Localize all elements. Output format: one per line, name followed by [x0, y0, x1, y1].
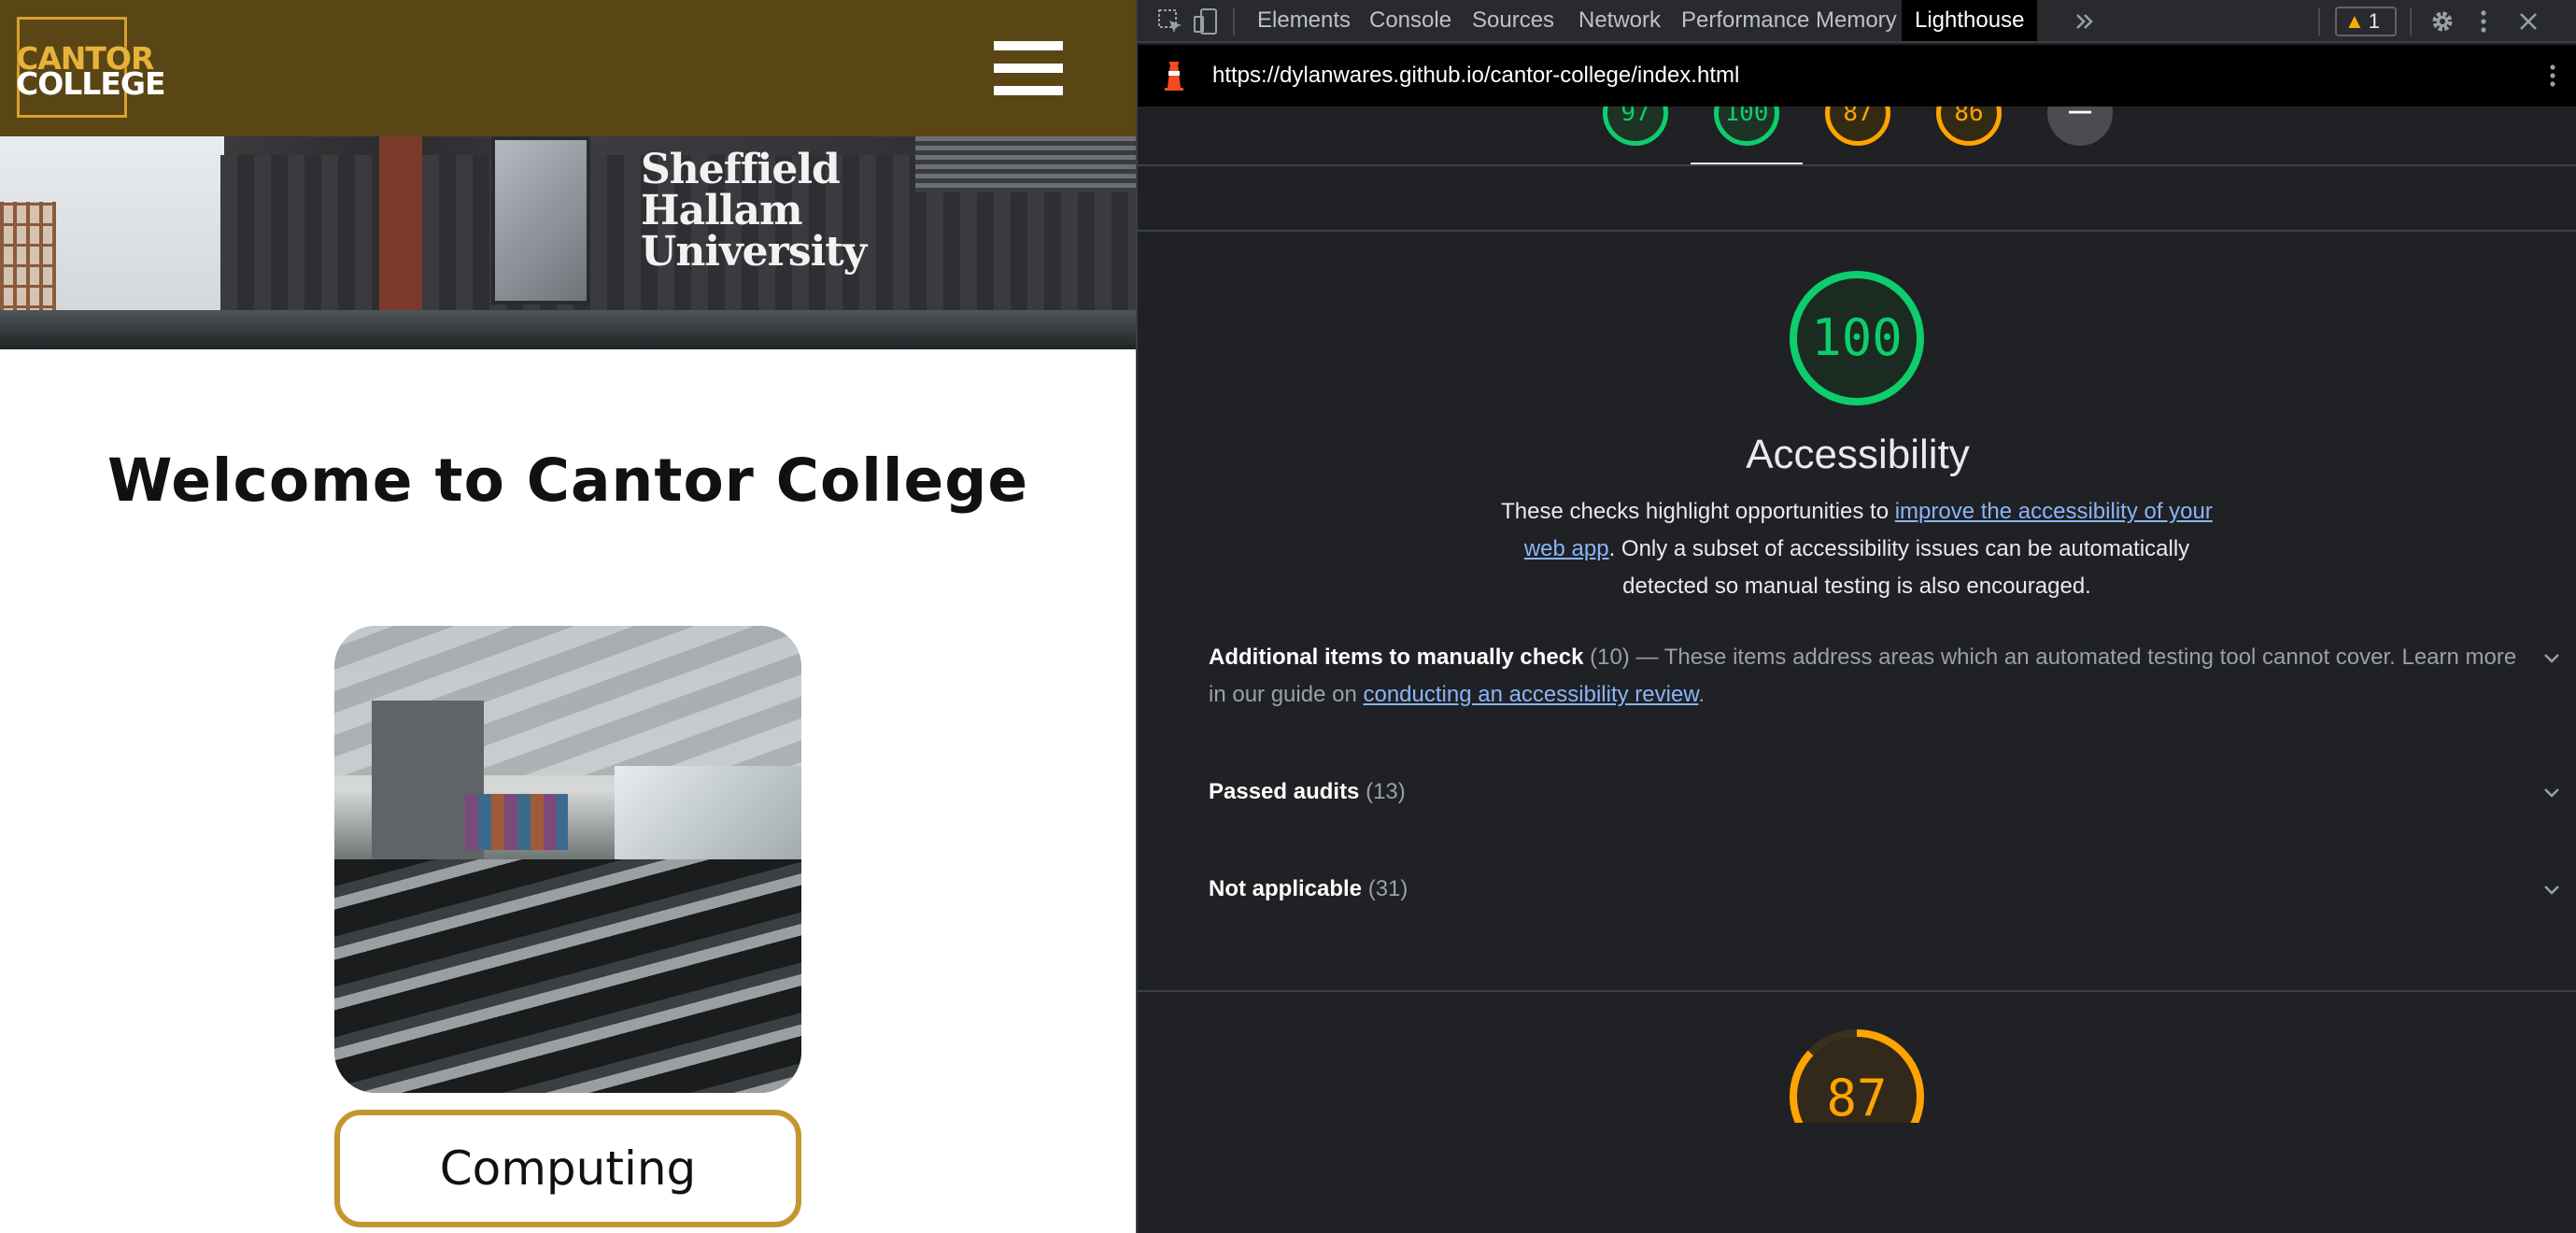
accessibility-score-gauge: 100 — [1790, 271, 1924, 405]
hero-street — [0, 310, 1136, 349]
desc-text-end: . Only a subset of accessibility issues … — [1608, 536, 2190, 599]
devtools-panel: Elements Console Sources Network Perform… — [1136, 0, 2576, 1233]
sign-line-1: Sheffield — [641, 146, 841, 193]
warning-count: 1 — [2368, 9, 2381, 33]
tab-lighthouse[interactable]: Lighthouse — [1902, 0, 2038, 41]
accessibility-review-link[interactable]: conducting an accessibility review — [1363, 682, 1698, 707]
device-toggle-icon[interactable] — [1192, 7, 1220, 35]
group-manual-checks[interactable]: Additional items to manually check (10) … — [1209, 639, 2559, 714]
hamburger-bar — [994, 86, 1063, 95]
logo-line-2: COLLEGE — [16, 65, 166, 102]
kebab-menu-icon[interactable] — [2539, 62, 2567, 90]
section-divider — [1138, 990, 2576, 992]
toolbar-separator — [2410, 7, 2412, 35]
sign-line-3: University — [641, 228, 867, 276]
best-practices-score-gauge: 87 — [1790, 1029, 1924, 1123]
tab-sources[interactable]: Sources — [1459, 0, 1567, 41]
active-category-underline — [1691, 163, 1803, 164]
warning-count-badge[interactable]: ▲ 1 — [2335, 7, 2397, 36]
tab-elements[interactable]: Elements — [1244, 0, 1364, 41]
group-count: (10) — [1590, 645, 1630, 670]
group-title: Additional items to manually check — [1209, 645, 1584, 670]
site-header: CANTOR COLLEGE — [0, 0, 1136, 136]
welcome-heading: Welcome to Cantor College — [106, 446, 1029, 515]
hamburger-bar — [994, 64, 1063, 73]
category-score-strip: 97 100 87 86 – — [1138, 106, 2576, 166]
sign-line-2: Hallam — [641, 187, 803, 234]
screen: CANTOR COLLEGE Sheffield Hallam Universi… — [0, 0, 2576, 1233]
hamburger-menu-icon[interactable] — [994, 41, 1063, 95]
warning-icon: ▲ — [2344, 9, 2365, 33]
tab-console[interactable]: Console — [1356, 0, 1465, 41]
score-gauge-pwa[interactable]: – — [2047, 106, 2113, 146]
toolbar-separator — [2318, 7, 2320, 35]
lighthouse-url-bar: https://dylanwares.github.io/cantor-coll… — [1138, 45, 2576, 106]
group-description-end: . — [1698, 682, 1705, 707]
desc-text-start: These checks highlight opportunities to — [1501, 499, 1895, 524]
lab-posters — [465, 794, 568, 850]
category-description: These checks highlight opportunities to … — [1493, 493, 2221, 605]
audited-url: https://dylanwares.github.io/cantor-coll… — [1212, 63, 1740, 88]
group-title: Passed audits — [1209, 779, 1360, 804]
toolbar-separator — [1233, 7, 1235, 35]
hero-building-sign: Sheffield Hallam University — [641, 149, 893, 273]
chevron-down-icon[interactable] — [2541, 781, 2563, 803]
next-category-gauge-area: 87 — [1138, 1028, 2576, 1123]
more-tabs-icon[interactable] — [2072, 7, 2100, 35]
group-count: (31) — [1367, 876, 1408, 901]
hero-image-building: Sheffield Hallam University — [0, 136, 1136, 349]
hamburger-bar — [994, 41, 1063, 50]
section-divider — [1138, 230, 2576, 232]
lighthouse-icon — [1165, 62, 1183, 91]
tab-memory[interactable]: Memory — [1803, 0, 1910, 41]
group-title: Not applicable — [1209, 876, 1363, 901]
category-title: Accessibility — [1746, 432, 1970, 477]
score-gauge-accessibility[interactable]: 100 — [1714, 106, 1779, 146]
computer-lab-image[interactable] — [334, 626, 801, 1093]
hero-vent — [915, 136, 1136, 192]
cantor-college-logo[interactable]: CANTOR COLLEGE — [16, 17, 166, 118]
score-gauge-seo[interactable]: 86 — [1936, 106, 2002, 146]
inspect-icon[interactable] — [1156, 7, 1184, 35]
tab-performance[interactable]: Performance — [1668, 0, 1822, 41]
next-score-value: 87 — [1826, 1069, 1887, 1123]
group-count: (13) — [1366, 779, 1406, 804]
settings-gear-icon[interactable] — [2428, 7, 2456, 35]
chevron-down-icon[interactable] — [2541, 878, 2563, 900]
kebab-menu-icon[interactable] — [2470, 7, 2498, 35]
group-passed-audits[interactable]: Passed audits (13) — [1209, 773, 2559, 811]
tab-network[interactable]: Network — [1565, 0, 1674, 41]
website-viewport: CANTOR COLLEGE Sheffield Hallam Universi… — [0, 0, 1136, 1233]
hero-window — [491, 136, 590, 305]
computing-courses-button[interactable]: Computing Courses — [334, 1110, 801, 1227]
score-gauge-performance[interactable]: 97 — [1603, 106, 1668, 146]
close-icon[interactable] — [2514, 7, 2542, 35]
devtools-toolbar: Elements Console Sources Network Perform… — [1138, 0, 2576, 43]
lab-desks — [334, 859, 801, 1093]
score-gauge-best-practices[interactable]: 87 — [1825, 106, 1890, 146]
chevron-down-icon[interactable] — [2541, 646, 2563, 669]
group-not-applicable[interactable]: Not applicable (31) — [1209, 871, 2559, 908]
